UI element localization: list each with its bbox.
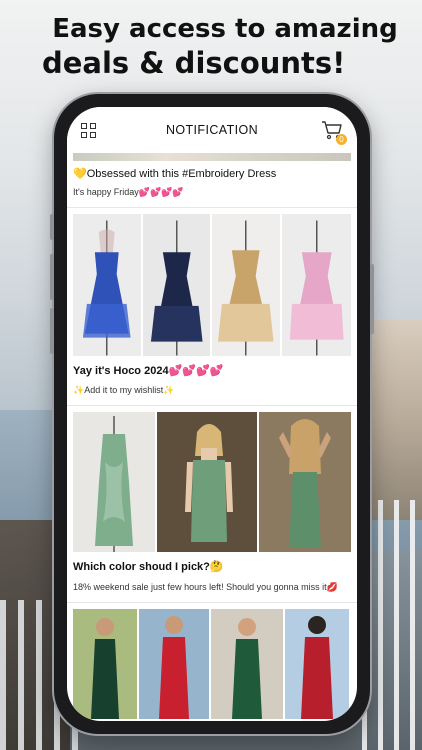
model-image — [259, 412, 351, 552]
model-photo[interactable] — [157, 412, 257, 552]
post-subtext: It's happy Friday💕💕💕💕 — [73, 187, 184, 197]
model-photo[interactable] — [285, 609, 349, 719]
model-image — [73, 609, 137, 719]
dress-photo[interactable] — [142, 214, 210, 356]
phone-mute-button — [50, 214, 54, 240]
page-title: NOTIFICATION — [165, 123, 259, 137]
notification-item[interactable]: 💛Obsessed with this #Embroidery Dress It… — [67, 161, 357, 202]
post-photo-row — [67, 214, 357, 356]
notification-item[interactable]: Yay it's Hoco 2024💕💕💕💕 ✨Add it to my wis… — [67, 214, 357, 400]
model-image — [285, 609, 349, 719]
promo-line-2: deals & discounts! — [42, 46, 346, 80]
dress-image — [82, 220, 131, 356]
dress-photo[interactable] — [281, 214, 351, 356]
model-photo[interactable] — [211, 609, 283, 719]
dress-photo[interactable] — [73, 214, 141, 356]
dress-image — [95, 416, 133, 552]
background-town — [362, 320, 422, 520]
notification-item[interactable] — [67, 609, 357, 719]
dress-image — [217, 220, 274, 356]
promo-line-1: Easy access to amazing — [52, 14, 398, 44]
notification-item[interactable]: Which color shoud I pick?🤔 18% weekend s… — [67, 412, 357, 597]
phone-volume-up-button — [50, 254, 54, 300]
divider — [67, 202, 357, 208]
app-header: NOTIFICATION 0 — [67, 107, 357, 153]
divider — [67, 597, 357, 603]
phone-frame: NOTIFICATION 0 💛Obsessed with this #Embr… — [50, 94, 374, 734]
post-photo-row — [67, 609, 357, 719]
grid-icon[interactable] — [81, 123, 96, 138]
notification-feed[interactable]: 💛Obsessed with this #Embroidery Dress It… — [67, 153, 357, 719]
previous-post-image-edge — [73, 153, 351, 161]
divider — [67, 400, 357, 406]
model-image — [211, 609, 283, 719]
model-photo[interactable] — [259, 412, 351, 552]
model-photo[interactable] — [73, 609, 137, 719]
phone-power-button — [370, 264, 374, 334]
post-subtext: 18% weekend sale just few hours left! Sh… — [73, 582, 338, 592]
post-caption: Yay it's Hoco 2024💕💕💕💕 — [73, 365, 224, 377]
dress-image — [289, 220, 344, 356]
model-image — [139, 609, 209, 719]
phone-volume-down-button — [50, 308, 54, 354]
background-railing-right — [362, 500, 422, 750]
promo-headline: Easy access to amazing deals & discounts… — [0, 12, 422, 80]
model-image — [157, 412, 257, 552]
cart-count-badge: 0 — [336, 134, 347, 145]
app-screen: NOTIFICATION 0 💛Obsessed with this #Embr… — [67, 107, 357, 721]
model-photo[interactable] — [139, 609, 209, 719]
post-subtext: ✨Add it to my wishlist✨ — [73, 385, 175, 395]
post-photo-row — [67, 412, 357, 552]
post-caption: 💛Obsessed with this #Embroidery Dress — [73, 168, 277, 180]
dress-image — [150, 220, 203, 356]
post-caption: Which color shoud I pick?🤔 — [73, 561, 224, 573]
dress-photo[interactable] — [212, 214, 280, 356]
dress-photo[interactable] — [73, 412, 155, 552]
